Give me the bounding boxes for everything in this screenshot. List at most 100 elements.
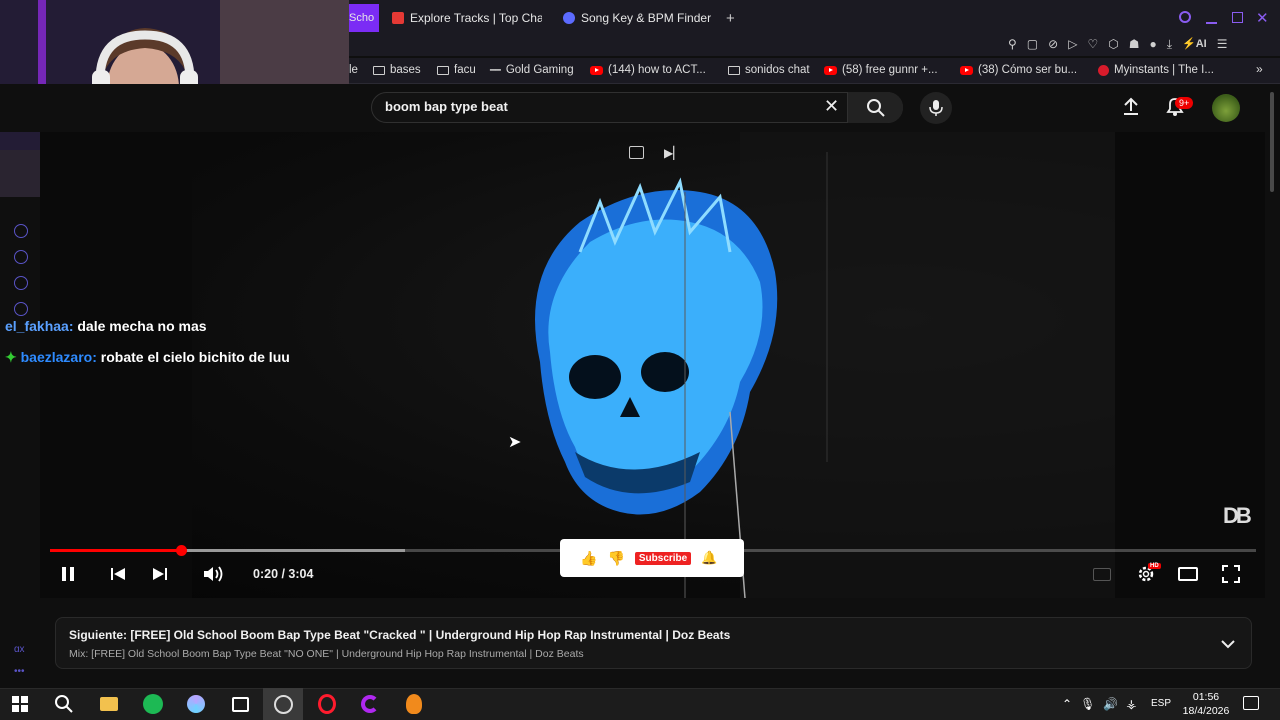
- speaker-icon[interactable]: 🔊: [1103, 697, 1118, 711]
- next-button[interactable]: [150, 564, 170, 584]
- ai-button[interactable]: ⚡AI: [1182, 37, 1207, 52]
- obs-icon: [273, 694, 293, 714]
- taskbar-capcut[interactable]: [220, 688, 260, 720]
- taskbar-obs[interactable]: [263, 688, 303, 720]
- tab-song-key-bpm[interactable]: Song Key & BPM Finder | T: [563, 4, 713, 32]
- bookmark-gold-gaming[interactable]: ━━ Gold Gaming: [490, 64, 574, 76]
- search-input[interactable]: boom bap type beat: [385, 99, 508, 114]
- time-display: 0:20 / 3:04: [253, 567, 314, 581]
- pin-icon[interactable]: ⚲: [1008, 37, 1017, 52]
- bookmark-label: bases: [390, 64, 421, 76]
- previous-button[interactable]: [108, 564, 128, 584]
- upload-icon[interactable]: [1121, 96, 1141, 121]
- pause-icon: [62, 567, 74, 581]
- clock-time: 01:56: [1192, 691, 1220, 703]
- bookmarks-overflow-icon[interactable]: »: [1256, 62, 1263, 76]
- search-button[interactable]: [847, 92, 903, 123]
- pause-button[interactable]: [58, 564, 78, 584]
- minimize-icon[interactable]: [1206, 22, 1217, 24]
- taskbar-fl-studio[interactable]: [394, 688, 434, 720]
- miniplayer-icon[interactable]: [629, 146, 644, 159]
- microphone-tray-icon[interactable]: 🎙: [1080, 697, 1095, 711]
- download-icon[interactable]: ⤓: [1167, 37, 1172, 52]
- screen: { "browser": { "tabs": [ {"label": "Scho…: [0, 0, 1280, 720]
- bookmark-facu[interactable]: facu: [437, 64, 476, 76]
- avatar[interactable]: [1212, 94, 1240, 122]
- profile-icon[interactable]: ●: [1149, 37, 1156, 52]
- language-indicator[interactable]: ESP: [1151, 698, 1171, 709]
- search-tabs-icon[interactable]: [1179, 11, 1191, 23]
- theater-mode-button[interactable]: [1177, 566, 1199, 582]
- chevron-up-icon[interactable]: ⌃: [1062, 697, 1072, 711]
- fullscreen-button[interactable]: [1221, 564, 1241, 584]
- close-window-icon[interactable]: ✕: [1256, 9, 1269, 27]
- channel-watermark[interactable]: DB: [1223, 503, 1252, 529]
- voice-search-button[interactable]: [920, 92, 952, 124]
- folder-icon: [373, 65, 385, 75]
- spotify-icon: [143, 694, 163, 714]
- badge-icon: ✦: [5, 349, 17, 365]
- bookmark-how-to-act[interactable]: (144) how to ACT...: [590, 64, 706, 76]
- bookmark-partial[interactable]: le: [349, 64, 358, 76]
- taskbar-opera[interactable]: [307, 688, 347, 720]
- tab-active[interactable]: Scho: [349, 4, 379, 32]
- more-dots-icon[interactable]: •••: [14, 666, 25, 677]
- taskbar-file-explorer[interactable]: [89, 688, 129, 720]
- volume-button[interactable]: [203, 564, 225, 584]
- taskbar-search[interactable]: [44, 688, 84, 720]
- progress-scrubber[interactable]: [176, 545, 187, 556]
- bookmark-label: Gold Gaming: [505, 64, 574, 76]
- left-sidebar: [0, 197, 40, 697]
- play-icon[interactable]: ▷: [1068, 37, 1077, 52]
- menu-icon[interactable]: ☰: [1217, 37, 1228, 52]
- chat-text: robate el cielo bichito de luu: [100, 349, 290, 365]
- up-next-title[interactable]: Siguiente: [FREE] Old School Boom Bap Ty…: [69, 628, 730, 642]
- history-icon[interactable]: [14, 250, 28, 264]
- new-tab-button[interactable]: +: [726, 4, 740, 32]
- bookmark-como-ser[interactable]: (38) Cómo ser bu...: [960, 64, 1077, 76]
- maximize-icon[interactable]: [1232, 12, 1243, 23]
- clock[interactable]: 01:56 18/4/2026: [1182, 690, 1230, 718]
- clear-search-icon[interactable]: ✕: [824, 96, 839, 117]
- up-next-mix[interactable]: Mix: [FREE] Old School Boom Bap Type Bea…: [69, 648, 584, 660]
- taskbar-app-shell[interactable]: [176, 688, 216, 720]
- volume-icon: [204, 566, 223, 582]
- skip-icon[interactable]: ▶▏: [664, 146, 682, 160]
- wallet-icon[interactable]: ☗: [1129, 37, 1140, 52]
- bookmark-free-gunnr[interactable]: (58) free gunnr +...: [824, 64, 938, 76]
- up-next-panel[interactable]: [55, 617, 1252, 669]
- expand-chevron-icon[interactable]: [1220, 636, 1236, 654]
- adblock-icon[interactable]: ⊘: [1048, 37, 1058, 52]
- chat-message: el_fakhaa: dale mecha no mas: [5, 318, 207, 334]
- settings-rail-icon[interactable]: [14, 302, 28, 316]
- extension-text-icon[interactable]: ɑx: [14, 644, 25, 655]
- folder-icon: [437, 65, 449, 75]
- captions-button[interactable]: [1092, 566, 1112, 582]
- opera-icon: [318, 694, 336, 714]
- taskbar-spotify[interactable]: [133, 688, 173, 720]
- windows-icon: [12, 696, 28, 712]
- shorts-icon[interactable]: [14, 276, 28, 290]
- tab-explore-tracks[interactable]: Explore Tracks | Top Char: [392, 4, 542, 32]
- heart-icon[interactable]: ♡: [1087, 37, 1098, 52]
- taskbar-canva[interactable]: [350, 688, 390, 720]
- bookmark-label: sonidos chat: [745, 64, 810, 76]
- bookmark-label: Myinstants | The I...: [1114, 64, 1214, 76]
- wifi-icon[interactable]: ⚶: [1126, 697, 1136, 711]
- screenshot-icon[interactable]: ▢: [1027, 37, 1038, 52]
- bookmark-sonidos-chat[interactable]: sonidos chat: [728, 64, 810, 76]
- page-scrollbar[interactable]: [1268, 88, 1276, 198]
- bookmark-label: le: [349, 64, 358, 76]
- chat-username: el_fakhaa:: [5, 318, 74, 334]
- tab-label: Explore Tracks | Top Char: [410, 11, 542, 25]
- thumbs-up-icon: 👍: [580, 549, 598, 566]
- bookmark-bases[interactable]: bases: [373, 64, 421, 76]
- microphone-icon: [929, 100, 943, 116]
- start-button[interactable]: [0, 688, 40, 720]
- next-icon: [153, 568, 167, 580]
- beatstars-favicon-icon: [392, 12, 404, 24]
- bookmark-myinstants[interactable]: Myinstants | The I...: [1098, 64, 1214, 76]
- home-icon[interactable]: [14, 224, 28, 238]
- extensions-icon[interactable]: ⬡: [1108, 37, 1118, 52]
- notification-center-icon[interactable]: [1243, 696, 1259, 710]
